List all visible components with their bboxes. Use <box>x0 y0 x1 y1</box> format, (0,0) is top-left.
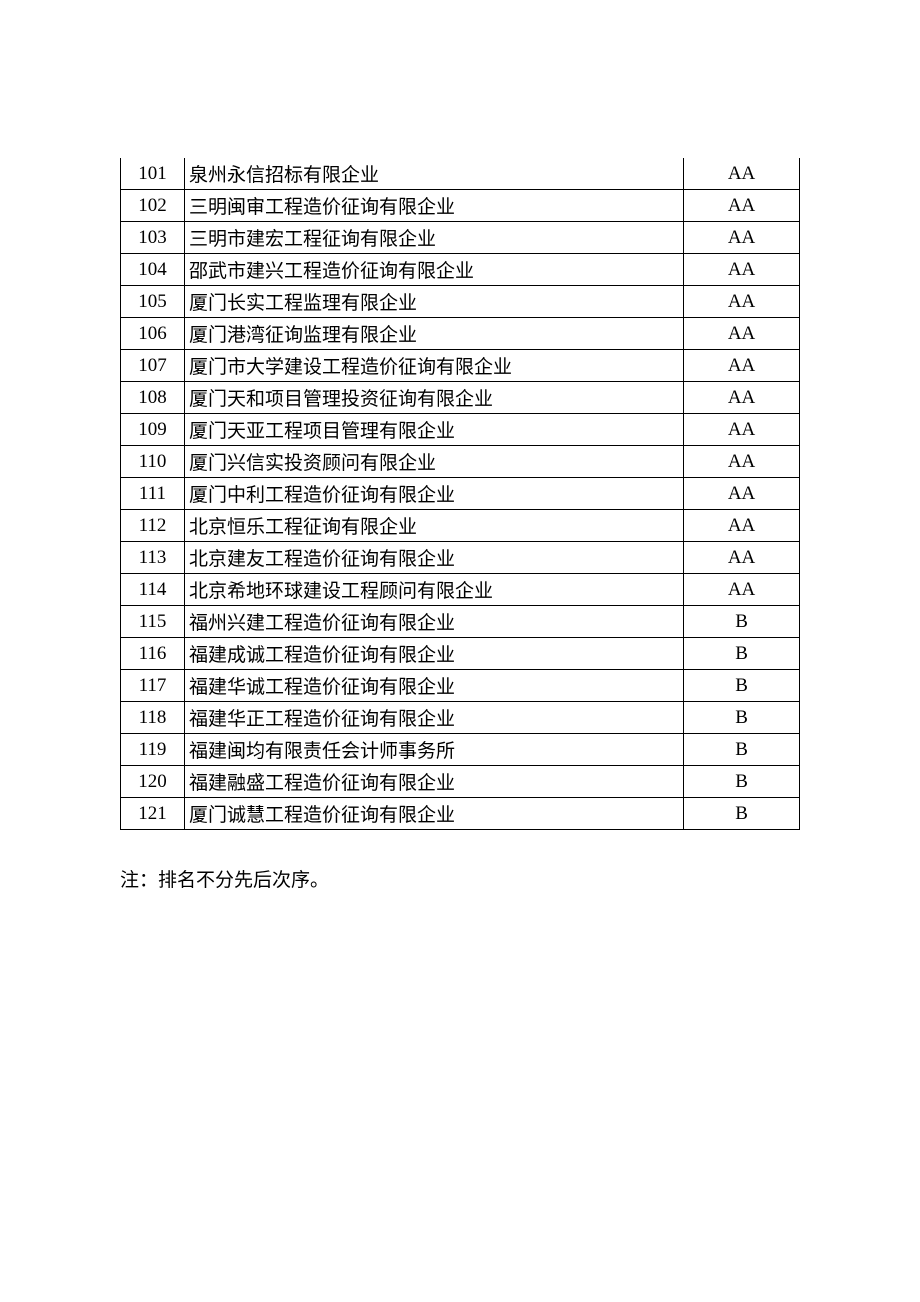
row-index: 103 <box>121 222 185 254</box>
company-name: 福建融盛工程造价征询有限企业 <box>184 766 683 798</box>
company-rating: AA <box>684 190 800 222</box>
company-name: 福建华正工程造价征询有限企业 <box>184 702 683 734</box>
row-index: 114 <box>121 574 185 606</box>
company-rating: B <box>684 798 800 830</box>
table-row: 115福州兴建工程造价征询有限企业B <box>121 606 800 638</box>
company-rating: B <box>684 734 800 766</box>
company-rating: B <box>684 606 800 638</box>
table-row: 101泉州永信招标有限企业AA <box>121 158 800 190</box>
row-index: 109 <box>121 414 185 446</box>
row-index: 106 <box>121 318 185 350</box>
company-rating: AA <box>684 446 800 478</box>
company-rating: AA <box>684 222 800 254</box>
table-row: 110厦门兴信实投资顾问有限企业AA <box>121 446 800 478</box>
company-name: 福州兴建工程造价征询有限企业 <box>184 606 683 638</box>
row-index: 104 <box>121 254 185 286</box>
row-index: 112 <box>121 510 185 542</box>
row-index: 113 <box>121 542 185 574</box>
row-index: 120 <box>121 766 185 798</box>
document-content: 101泉州永信招标有限企业AA102三明闽审工程造价征询有限企业AA103三明市… <box>120 158 800 896</box>
company-rating: AA <box>684 542 800 574</box>
company-rating: AA <box>684 478 800 510</box>
row-index: 107 <box>121 350 185 382</box>
company-name: 厦门天和项目管理投资征询有限企业 <box>184 382 683 414</box>
row-index: 108 <box>121 382 185 414</box>
table-row: 117福建华诚工程造价征询有限企业B <box>121 670 800 702</box>
company-rating: AA <box>684 318 800 350</box>
row-index: 119 <box>121 734 185 766</box>
table-row: 120福建融盛工程造价征询有限企业B <box>121 766 800 798</box>
table-row: 106厦门港湾征询监理有限企业AA <box>121 318 800 350</box>
table-row: 112北京恒乐工程征询有限企业AA <box>121 510 800 542</box>
company-rating: B <box>684 702 800 734</box>
row-index: 115 <box>121 606 185 638</box>
company-name: 邵武市建兴工程造价征询有限企业 <box>184 254 683 286</box>
table-row: 116福建成诚工程造价征询有限企业B <box>121 638 800 670</box>
row-index: 105 <box>121 286 185 318</box>
table-row: 107厦门市大学建设工程造价征询有限企业AA <box>121 350 800 382</box>
company-name: 厦门中利工程造价征询有限企业 <box>184 478 683 510</box>
row-index: 116 <box>121 638 185 670</box>
company-rating: AA <box>684 414 800 446</box>
company-rating: AA <box>684 510 800 542</box>
table-row: 105厦门长实工程监理有限企业AA <box>121 286 800 318</box>
table-row: 103三明市建宏工程征询有限企业AA <box>121 222 800 254</box>
table-row: 113北京建友工程造价征询有限企业AA <box>121 542 800 574</box>
table-row: 102三明闽审工程造价征询有限企业AA <box>121 190 800 222</box>
company-name: 厦门天亚工程项目管理有限企业 <box>184 414 683 446</box>
company-rating: AA <box>684 382 800 414</box>
row-index: 117 <box>121 670 185 702</box>
table-row: 119福建闽均有限责任会计师事务所B <box>121 734 800 766</box>
company-name: 北京希地环球建设工程顾问有限企业 <box>184 574 683 606</box>
row-index: 101 <box>121 158 185 190</box>
company-name: 泉州永信招标有限企业 <box>184 158 683 190</box>
company-rating-table: 101泉州永信招标有限企业AA102三明闽审工程造价征询有限企业AA103三明市… <box>120 158 800 830</box>
company-name: 北京建友工程造价征询有限企业 <box>184 542 683 574</box>
company-rating: AA <box>684 350 800 382</box>
company-name: 北京恒乐工程征询有限企业 <box>184 510 683 542</box>
company-name: 厦门兴信实投资顾问有限企业 <box>184 446 683 478</box>
company-name: 福建华诚工程造价征询有限企业 <box>184 670 683 702</box>
table-row: 111厦门中利工程造价征询有限企业AA <box>121 478 800 510</box>
table-row: 104邵武市建兴工程造价征询有限企业AA <box>121 254 800 286</box>
company-rating: B <box>684 670 800 702</box>
company-rating: AA <box>684 286 800 318</box>
company-name: 厦门港湾征询监理有限企业 <box>184 318 683 350</box>
company-name: 厦门长实工程监理有限企业 <box>184 286 683 318</box>
company-name: 厦门市大学建设工程造价征询有限企业 <box>184 350 683 382</box>
company-rating: AA <box>684 158 800 190</box>
table-row: 121厦门诚慧工程造价征询有限企业B <box>121 798 800 830</box>
row-index: 118 <box>121 702 185 734</box>
footnote: 注：排名不分先后次序。 <box>120 866 800 896</box>
row-index: 102 <box>121 190 185 222</box>
company-rating: B <box>684 766 800 798</box>
company-rating: B <box>684 638 800 670</box>
row-index: 110 <box>121 446 185 478</box>
company-name: 福建闽均有限责任会计师事务所 <box>184 734 683 766</box>
row-index: 111 <box>121 478 185 510</box>
row-index: 121 <box>121 798 185 830</box>
table-row: 118福建华正工程造价征询有限企业B <box>121 702 800 734</box>
company-name: 福建成诚工程造价征询有限企业 <box>184 638 683 670</box>
company-rating: AA <box>684 254 800 286</box>
company-name: 三明市建宏工程征询有限企业 <box>184 222 683 254</box>
company-name: 厦门诚慧工程造价征询有限企业 <box>184 798 683 830</box>
table-row: 108厦门天和项目管理投资征询有限企业AA <box>121 382 800 414</box>
table-row: 109厦门天亚工程项目管理有限企业AA <box>121 414 800 446</box>
company-name: 三明闽审工程造价征询有限企业 <box>184 190 683 222</box>
table-row: 114北京希地环球建设工程顾问有限企业AA <box>121 574 800 606</box>
company-rating: AA <box>684 574 800 606</box>
